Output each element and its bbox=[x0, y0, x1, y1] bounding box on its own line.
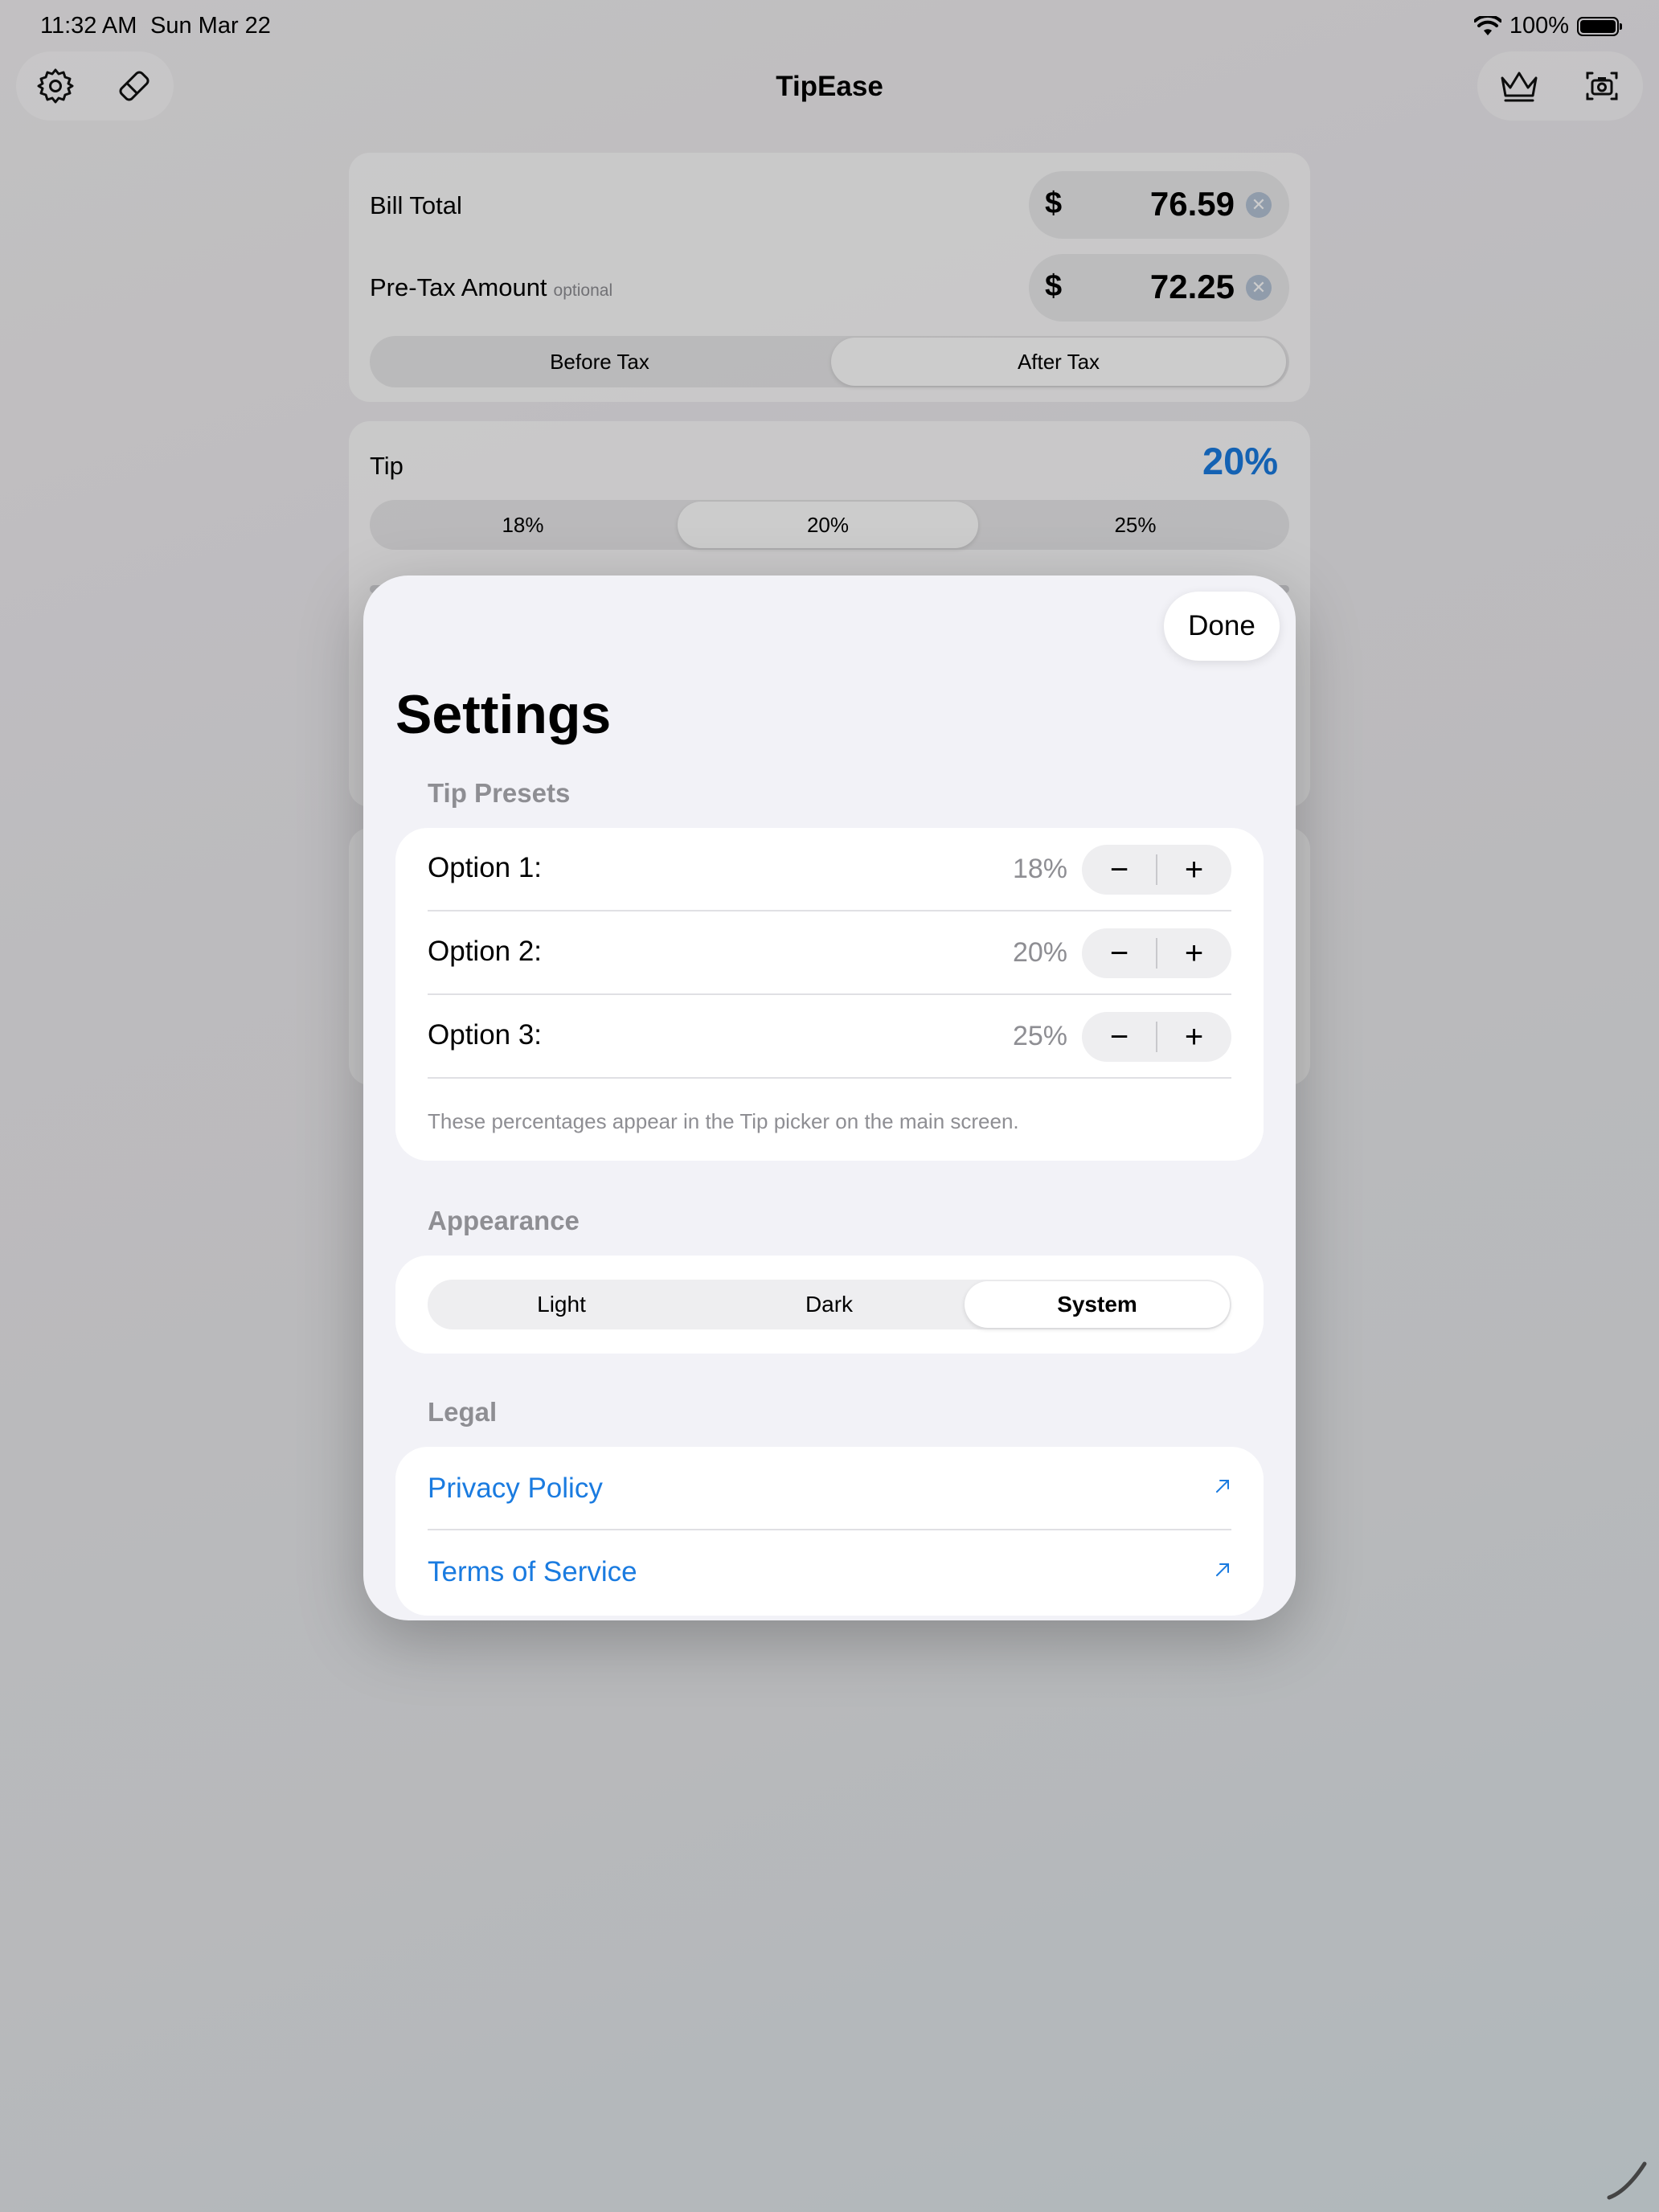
appearance-dark[interactable]: Dark bbox=[695, 1280, 963, 1329]
tip-presets-footnote: These percentages appear in the Tip pick… bbox=[428, 1109, 1019, 1133]
tip-presets-group: Option 1: 18% − + Option 2: 20% − + Opti… bbox=[395, 828, 1264, 1161]
appearance-header: Appearance bbox=[428, 1206, 580, 1235]
option-1-stepper: − + bbox=[1082, 845, 1231, 895]
increment-button[interactable]: + bbox=[1157, 845, 1231, 895]
tip-preset-row-1: Option 1: 18% − + bbox=[428, 828, 1231, 911]
legal-header: Legal bbox=[428, 1397, 498, 1427]
decrement-button[interactable]: − bbox=[1082, 845, 1157, 895]
increment-button[interactable]: + bbox=[1157, 928, 1231, 978]
option-3-stepper: − + bbox=[1082, 1012, 1231, 1062]
increment-button[interactable]: + bbox=[1157, 1012, 1231, 1062]
external-link-icon bbox=[1216, 1480, 1229, 1493]
settings-title: Settings bbox=[395, 684, 612, 745]
appearance-group: Light Dark System bbox=[395, 1256, 1264, 1354]
decrement-button[interactable]: − bbox=[1082, 1012, 1157, 1062]
tip-preset-row-3: Option 3: 25% − + bbox=[428, 995, 1231, 1079]
option-value: 18% bbox=[1012, 854, 1067, 884]
row-separator bbox=[428, 1077, 1231, 1079]
legal-group: Privacy Policy Terms of Service bbox=[395, 1447, 1264, 1616]
tip-preset-row-2: Option 2: 20% − + bbox=[428, 911, 1231, 995]
option-value: 20% bbox=[1012, 937, 1067, 968]
external-link-icon bbox=[1216, 1563, 1229, 1576]
settings-sheet: Done Settings Tip Presets Option 1: 18% … bbox=[363, 576, 1296, 1620]
link-label: Privacy Policy bbox=[428, 1473, 603, 1504]
terms-of-service-link[interactable]: Terms of Service bbox=[428, 1530, 1231, 1614]
done-button[interactable]: Done bbox=[1164, 592, 1280, 661]
decrement-button[interactable]: − bbox=[1082, 928, 1157, 978]
option-label: Option 2: bbox=[428, 936, 543, 967]
option-2-stepper: − + bbox=[1082, 928, 1231, 978]
appearance-system[interactable]: System bbox=[965, 1281, 1230, 1328]
appearance-light[interactable]: Light bbox=[428, 1280, 695, 1329]
appearance-control: Light Dark System bbox=[428, 1280, 1231, 1329]
privacy-policy-link[interactable]: Privacy Policy bbox=[428, 1447, 1231, 1530]
link-label: Terms of Service bbox=[428, 1556, 637, 1587]
tip-presets-header: Tip Presets bbox=[428, 778, 571, 808]
option-label: Option 3: bbox=[428, 1019, 543, 1051]
option-label: Option 1: bbox=[428, 852, 543, 883]
option-value: 25% bbox=[1012, 1021, 1067, 1051]
